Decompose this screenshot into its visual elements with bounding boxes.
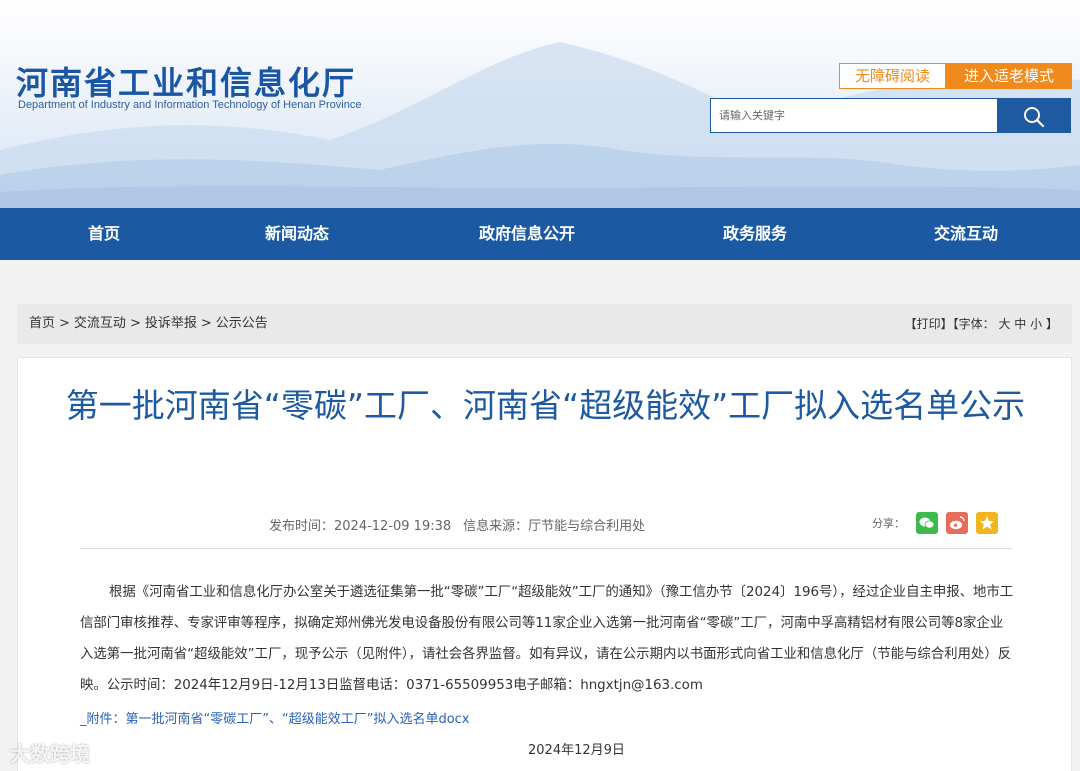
font-medium-button[interactable]: 中 — [1014, 317, 1026, 331]
article-paragraph: 根据《河南省工业和信息化厅办公室关于遴选征集第一批“零碳”工厂“超级能效”工厂的… — [80, 585, 1014, 693]
site-title: 河南省工业和信息化厅 — [16, 64, 357, 102]
nav-home[interactable]: 首页 — [54, 208, 154, 260]
search-button[interactable] — [997, 98, 1071, 133]
font-size-label: 【字体： — [952, 317, 995, 331]
article-body: 根据《河南省工业和信息化厅办公室关于遴选征集第一批“零碳”工厂“超级能效”工厂的… — [80, 577, 1015, 701]
elder-mode-button[interactable]: 进入适老模式 — [946, 63, 1072, 89]
wechat-icon[interactable] — [916, 512, 938, 534]
nav-services[interactable]: 政务服务 — [705, 208, 805, 260]
breadcrumb-home[interactable]: 首页 — [29, 316, 55, 331]
weibo-icon[interactable] — [946, 512, 968, 534]
font-small-button[interactable]: 小 — [1030, 317, 1042, 331]
page-tools: 【打印】【字体： 大 中 小 】 — [905, 304, 1058, 344]
breadcrumb-separator: > — [200, 316, 212, 331]
site-header: 河南省工业和信息化厅 Department of Industry and In… — [0, 0, 1080, 208]
favorite-icon[interactable] — [976, 512, 998, 534]
breadcrumb-interaction[interactable]: 交流互动 — [74, 316, 126, 331]
attachment-link[interactable]: _附件：第一批河南省“零碳工厂”、“超级能效工厂”拟入选名单docx — [80, 708, 470, 727]
breadcrumb-separator: > — [129, 316, 141, 331]
breadcrumb-announcements[interactable]: 公示公告 — [216, 316, 268, 331]
search-input[interactable]: 请输入关键字 — [710, 98, 998, 133]
article-date: 2024年12月9日 — [528, 743, 625, 758]
publish-time: 发布时间：2024-12-09 19:38 — [269, 519, 452, 534]
nav-interaction[interactable]: 交流互动 — [916, 208, 1016, 260]
main-nav: 首页 新闻动态 政府信息公开 政务服务 交流互动 — [0, 208, 1080, 260]
article-panel: 第一批河南省“零碳”工厂、河南省“超级能效”工厂拟入选名单公示 发布时间：202… — [17, 357, 1072, 771]
breadcrumb: 首页 > 交流互动 > 投诉举报 > 公示公告 — [29, 304, 268, 344]
info-source: 信息来源：厅节能与综合利用处 — [463, 519, 646, 534]
font-size-close: 】 — [1045, 317, 1058, 331]
breadcrumb-bar: 首页 > 交流互动 > 投诉举报 > 公示公告 【打印】【字体： 大 中 小 】 — [17, 304, 1072, 344]
accessibility-button[interactable]: 无障碍阅读 — [839, 63, 946, 89]
article-meta: 发布时间：2024-12-09 19:38 信息来源：厅节能与综合利用处 — [269, 515, 645, 534]
breadcrumb-separator: > — [59, 316, 70, 331]
print-button[interactable]: 【打印】 — [905, 317, 953, 331]
share-label: 分享： — [872, 517, 905, 530]
site-subtitle: Department of Industry and Information T… — [18, 99, 362, 111]
font-large-button[interactable]: 大 — [998, 317, 1010, 331]
nav-news[interactable]: 新闻动态 — [247, 208, 347, 260]
search-icon — [1024, 107, 1045, 128]
nav-gov-info[interactable]: 政府信息公开 — [462, 208, 592, 260]
watermark: 大数跨境 — [10, 742, 90, 766]
breadcrumb-complaints[interactable]: 投诉举报 — [145, 316, 197, 331]
page: 河南省工业和信息化厅 Department of Industry and In… — [0, 0, 1080, 771]
meta-divider — [80, 548, 1012, 549]
article-title: 第一批河南省“零碳”工厂、河南省“超级能效”工厂拟入选名单公示 — [65, 386, 1026, 425]
